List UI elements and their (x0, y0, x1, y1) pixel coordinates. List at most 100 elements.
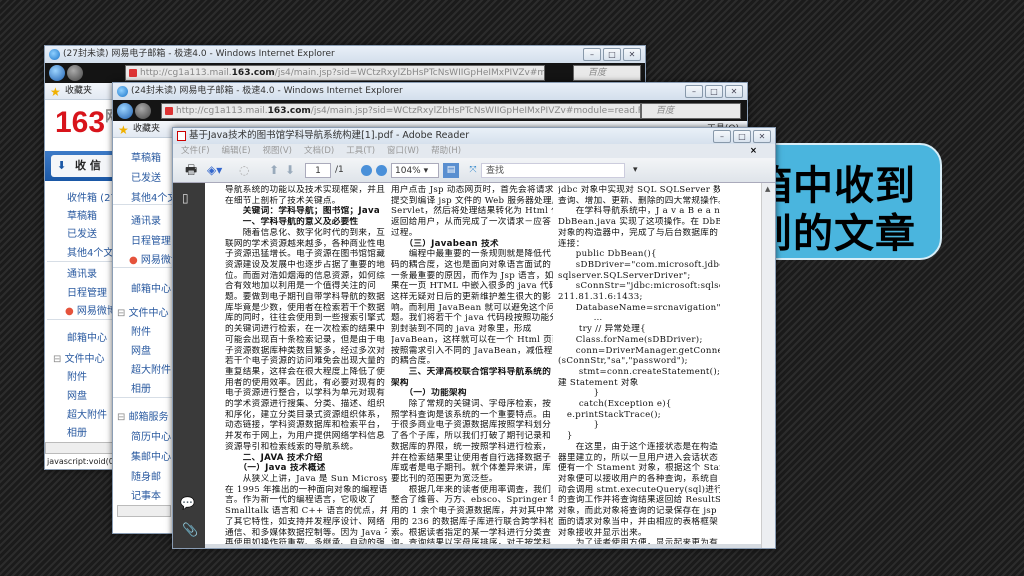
back-button[interactable] (49, 65, 65, 81)
collapse-icon[interactable]: ⊟ (117, 412, 129, 423)
sidebar-item[interactable]: 记事本 (131, 487, 161, 502)
menu-item[interactable]: 工具(T) (346, 146, 375, 156)
text-line: Servlet，然后将处理结果转化为 Html 代码 (391, 206, 553, 217)
collapse-icon[interactable]: ⊟ (117, 308, 129, 319)
text-line: 用的 1 余个电子资源数据库，并对其中常 (391, 506, 553, 517)
find-input[interactable]: 查找 (481, 163, 625, 178)
weibo-icon: ● (129, 255, 141, 266)
forward-button[interactable] (135, 103, 151, 119)
minimize-button[interactable]: – (713, 130, 731, 143)
page-number-input[interactable]: 1 (305, 163, 331, 178)
sidebar-item[interactable]: 简历中心 (131, 428, 171, 443)
fit-page-icon[interactable]: ▤ (443, 163, 459, 178)
sidebar-item[interactable]: ⊟ 文件中心 (117, 304, 169, 319)
zoom-in-icon[interactable] (376, 165, 387, 176)
text-line: 库毕竟是少数，使用者在检索若干个数据 (225, 302, 386, 313)
maximize-button[interactable]: □ (705, 85, 723, 98)
close-button[interactable]: ✕ (753, 130, 771, 143)
sidebar-item[interactable]: 超大附件 (67, 406, 107, 421)
favorites-button[interactable]: 收藏夹 (65, 86, 92, 96)
sidebar-item[interactable]: 已发送 (67, 225, 97, 240)
menu-item[interactable]: 编辑(E) (222, 146, 251, 156)
sidebar-item[interactable]: 收件箱 (27 (67, 189, 117, 204)
zoom-select[interactable]: 104% ▾ (391, 163, 439, 178)
horizontal-scrollbar[interactable] (117, 505, 171, 517)
sidebar-item[interactable]: 邮箱中心 (67, 329, 107, 344)
sidebar-item[interactable]: 其他4个文 (131, 189, 177, 204)
sidebar-item[interactable]: 相册 (131, 380, 151, 395)
sidebar-item[interactable]: ● 网易微博 (65, 302, 117, 317)
share-icon[interactable]: ◈▾ (207, 163, 222, 178)
forward-button[interactable] (67, 65, 83, 81)
zoom-out-icon[interactable] (361, 165, 372, 176)
sidebar-item[interactable]: 已发送 (131, 169, 161, 184)
sidebar-item-label: 简历中心 (131, 432, 171, 443)
close-button[interactable]: ✕ (725, 85, 743, 98)
text-line: 联网的学术资源越来越多，各种商业性电 (225, 238, 386, 249)
vertical-scrollbar[interactable]: ▲ (761, 183, 775, 548)
text-column-1: 导航系统的功能以及技术实现框架，并且 在细节上剖析了技术关键点。 关键词：学科导航… (225, 185, 387, 544)
sidebar-item[interactable]: 随身邮 (131, 468, 161, 483)
sidebar-item[interactable]: 邮箱中心 (131, 280, 171, 295)
logo-163[interactable]: 163网 (55, 106, 119, 140)
find-dropdown-icon[interactable]: ▾ (633, 163, 638, 178)
minimize-button[interactable]: – (685, 85, 703, 98)
sidebar-item[interactable]: 日程管理 (67, 284, 107, 299)
sidebar-item[interactable]: ⊟ 邮箱服务 (117, 408, 169, 423)
scroll-up-icon[interactable]: ▲ (765, 185, 770, 193)
zoom-value: 104% (395, 166, 421, 176)
sidebar-item[interactable]: 通讯录 (131, 212, 161, 227)
receive-button[interactable]: ⬇ 收 信 (51, 155, 119, 177)
sidebar-item[interactable]: 集邮中心 (131, 448, 171, 463)
text-line: stmt=conn.createStatement(); // 创 (578, 366, 720, 377)
text-line: 并在检索结果里让使用者自行选择数据子 (391, 452, 552, 463)
sidebar-item[interactable]: 通讯录 (67, 265, 97, 280)
sidebar-item[interactable]: 网盘 (131, 342, 151, 357)
next-page-icon[interactable]: ⬇ (285, 163, 295, 178)
sidebar-item[interactable]: 草稿箱 (67, 207, 97, 222)
minimize-button[interactable]: – (583, 48, 601, 61)
search-input[interactable]: 百度 (573, 65, 641, 81)
sign-icon[interactable]: ◌ (239, 163, 249, 178)
attachment-icon[interactable]: 📎 (182, 523, 198, 538)
text-line: 过程。 (391, 227, 418, 238)
fit-width-icon[interactable]: ⤧ (465, 163, 481, 178)
text-line: （一）Java 技术概述 (225, 463, 326, 474)
close-button[interactable]: ✕ (623, 48, 641, 61)
pages-icon[interactable]: ▯ (182, 191, 189, 205)
horizontal-scrollbar[interactable] (45, 442, 115, 454)
collapse-icon[interactable]: ⊟ (53, 354, 65, 365)
close-document-icon[interactable]: × (750, 144, 757, 158)
sidebar-item[interactable]: 附件 (131, 323, 151, 338)
menu-item[interactable]: 文档(D) (304, 146, 334, 156)
sidebar-item[interactable]: 超大附件 (131, 361, 171, 376)
prev-page-icon[interactable]: ⬆ (269, 163, 279, 178)
menu-item[interactable]: 文件(F) (181, 146, 210, 156)
text-line: DatabaseName=srcnavigation"; (558, 302, 720, 313)
back-button[interactable] (117, 103, 133, 119)
maximize-button[interactable]: □ (603, 48, 621, 61)
menu-item[interactable]: 帮助(H) (431, 146, 461, 156)
menu-item[interactable]: 视图(V) (263, 146, 292, 156)
menu-item[interactable]: 窗口(W) (387, 146, 419, 156)
url-input[interactable]: http://cg1a113.mail.163.com/js4/main.jsp… (125, 65, 545, 81)
sidebar-item[interactable]: 附件 (67, 368, 87, 383)
maximize-button[interactable]: □ (733, 130, 751, 143)
search-input[interactable]: 百度 (641, 103, 741, 119)
sidebar-item[interactable]: 相册 (67, 424, 87, 439)
page-total: /1 (335, 165, 344, 175)
sidebar-item[interactable]: ⊟ 文件中心 (53, 350, 105, 365)
text-line: 按照需求引入不同的 JavaBean，减低程序 (391, 345, 553, 356)
url-input[interactable]: http://cg1a113.mail.163.com/js4/main.jsp… (161, 103, 641, 119)
text-line: 这样无疑对日后的更新维护差生很大的影 (391, 292, 552, 303)
favorites-button[interactable]: 收藏夹 (133, 124, 160, 134)
text-line: 别封装到不同的 java 对象里，形成 (391, 324, 532, 335)
sidebar-item[interactable]: 网盘 (67, 387, 87, 402)
comments-icon[interactable]: 💬 (180, 496, 195, 510)
page-icon (129, 69, 137, 77)
print-icon[interactable]: 🖶 (185, 163, 197, 178)
sidebar-item[interactable]: 草稿箱 (131, 149, 161, 164)
sidebar-item[interactable]: 日程管理 (131, 232, 171, 247)
sidebar-item-label: 文件中心 (128, 308, 169, 319)
sidebar-item-label: 通讯录 (67, 269, 97, 280)
